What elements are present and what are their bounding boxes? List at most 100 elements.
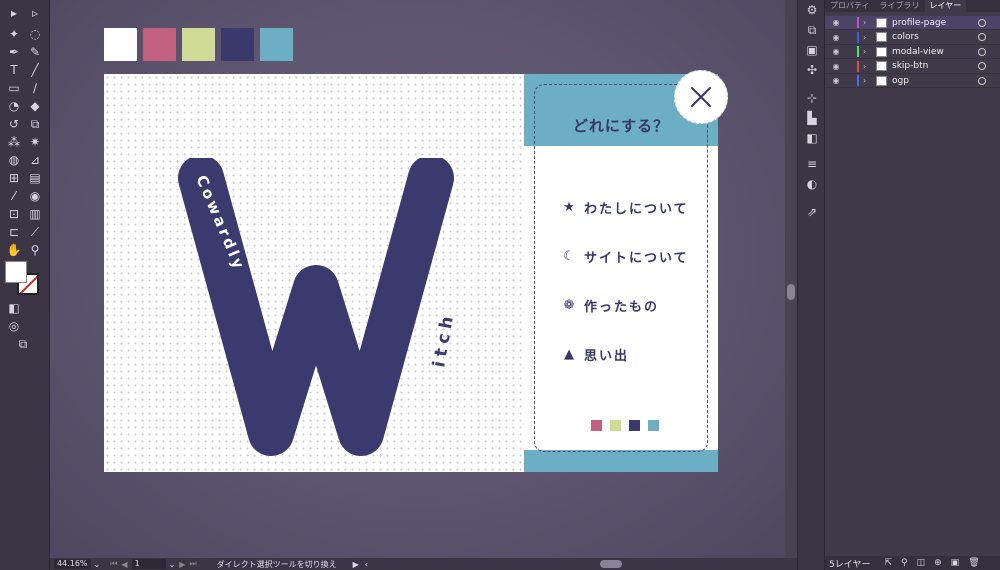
shaper-icon[interactable]: ◔: [5, 98, 23, 114]
zoom-icon[interactable]: ⚲: [26, 242, 44, 258]
expand-chevron-icon[interactable]: ›: [863, 76, 873, 85]
menu-item[interactable]: ★ わたしについて: [562, 198, 689, 217]
rotate-icon[interactable]: ↺: [5, 116, 23, 132]
layer-target-icon[interactable]: [978, 76, 986, 85]
prev-artboard-icon[interactable]: ◀: [121, 560, 127, 569]
color-mode-icon[interactable]: ◧: [5, 300, 23, 316]
expand-chevron-icon[interactable]: ›: [863, 47, 873, 56]
layer-name[interactable]: ogp: [892, 76, 978, 86]
layer-target-icon[interactable]: [978, 62, 986, 70]
color-swatch[interactable]: [104, 28, 137, 61]
color-swatch[interactable]: [143, 28, 176, 61]
scroll-thumb[interactable]: [787, 284, 795, 300]
lasso-icon[interactable]: ◌: [26, 26, 44, 42]
magic-wand-icon[interactable]: ✦: [5, 26, 23, 42]
layer-row[interactable]: ◉ › profile-page: [825, 16, 1000, 30]
rectangle-icon[interactable]: ▭: [5, 80, 23, 96]
paintbrush-icon[interactable]: ∕: [26, 80, 44, 96]
close-button[interactable]: [674, 70, 728, 124]
curvature-icon[interactable]: ✎: [26, 44, 44, 60]
expand-chevron-icon[interactable]: ›: [863, 62, 873, 71]
visibility-eye-icon[interactable]: ◉: [829, 18, 843, 27]
layer-target-icon[interactable]: [978, 33, 986, 41]
visibility-eye-icon[interactable]: ◉: [829, 33, 843, 42]
next-artboard-icon[interactable]: ▶: [179, 560, 185, 569]
fill-swatch[interactable]: [5, 261, 27, 283]
zoom-dropdown-icon[interactable]: ⌄: [94, 560, 101, 569]
properties-icon[interactable]: ⚙: [803, 2, 821, 18]
panel-tab[interactable]: プロパティ: [825, 0, 875, 12]
shape-builder-icon[interactable]: ◍: [5, 152, 23, 168]
layer-row[interactable]: ◉ › modal-view: [825, 45, 1000, 59]
panel-tab[interactable]: レイヤー: [924, 0, 967, 12]
menu-item[interactable]: ☾ サイトについて: [562, 247, 689, 266]
export-icon[interactable]: ⇗: [803, 204, 821, 220]
vertical-scrollbar[interactable]: [785, 0, 797, 558]
visibility-eye-icon[interactable]: ◉: [829, 62, 843, 71]
menu-item[interactable]: ❁ 作ったもの: [562, 296, 659, 315]
layer-name[interactable]: colors: [892, 32, 978, 42]
layer-target-icon[interactable]: [978, 47, 986, 56]
line-icon[interactable]: ╱: [26, 62, 44, 78]
stroke-icon[interactable]: ≡: [803, 156, 821, 172]
artboard[interactable]: Cowardly itch どれにする？ ★ わたしについて ☾ サイトについて ❁ 作っ…: [104, 70, 728, 472]
symbol-sprayer-icon[interactable]: ⊡: [5, 206, 23, 222]
direct-selection-icon[interactable]: ▹: [26, 5, 44, 21]
artboard-number[interactable]: 1: [131, 559, 166, 569]
horizontal-scroll-thumb[interactable]: [600, 560, 622, 568]
color-swatch[interactable]: [221, 28, 254, 61]
pathfinder-icon[interactable]: ◧: [803, 130, 821, 146]
layer-name[interactable]: profile-page: [892, 18, 978, 28]
canvas-area[interactable]: Cowardly itch どれにする？ ★ わたしについて ☾ サイトについて ❁ 作っ…: [50, 0, 785, 558]
transform-icon[interactable]: ⊹: [803, 90, 821, 106]
libraries-icon[interactable]: ▣: [803, 42, 821, 58]
trash-icon[interactable]: 🗑: [968, 558, 979, 568]
expand-chevron-icon[interactable]: ›: [863, 33, 873, 42]
artboard-dropdown-icon[interactable]: ⌄: [169, 560, 176, 569]
blend-icon[interactable]: ◉: [26, 188, 44, 204]
puppet-icon[interactable]: ✣: [803, 62, 821, 78]
clipping-mask-icon[interactable]: ◫: [917, 558, 926, 568]
graph-icon[interactable]: ▥: [26, 206, 44, 222]
color-swatch[interactable]: [260, 28, 293, 61]
layer-row[interactable]: ◉ › skip-btn: [825, 60, 1000, 74]
gradient-icon[interactable]: ▤: [26, 170, 44, 186]
eyedropper-icon[interactable]: ⁄: [5, 188, 23, 204]
panel-tab[interactable]: ライブラリ: [875, 0, 925, 12]
new-sublayer-icon[interactable]: ⊕: [934, 558, 942, 568]
align-icon[interactable]: ▙: [803, 110, 821, 126]
new-layer-icon[interactable]: ▣: [951, 558, 960, 568]
artboards-icon[interactable]: ⧉: [803, 22, 821, 38]
search-icon[interactable]: ⚲: [901, 558, 908, 568]
last-artboard-icon[interactable]: ⏭: [189, 559, 196, 569]
status-menu-icon[interactable]: ▶: [353, 560, 359, 569]
layer-row[interactable]: ◉ › ogp: [825, 74, 1000, 88]
slice-icon[interactable]: ⟋: [26, 224, 44, 240]
scroll-left-icon[interactable]: ‹: [365, 560, 368, 569]
selection-arrow-icon[interactable]: ▸: [5, 5, 23, 21]
menu-item[interactable]: ▲ 思い出: [562, 345, 629, 364]
expand-chevron-icon[interactable]: ›: [863, 18, 873, 27]
visibility-eye-icon[interactable]: ◉: [829, 76, 843, 85]
perspective-grid-icon[interactable]: ⊿: [26, 152, 44, 168]
scale-icon[interactable]: ⧉: [26, 116, 44, 132]
warp-icon[interactable]: ⁂: [5, 134, 23, 150]
transparency-icon[interactable]: ◐: [803, 176, 821, 192]
layer-target-icon[interactable]: [978, 18, 986, 27]
layer-name[interactable]: skip-btn: [892, 61, 978, 71]
puppet-warp-icon[interactable]: ✷: [26, 134, 44, 150]
screen-mode-icon[interactable]: ⧉: [14, 336, 32, 352]
draw-mode-icon[interactable]: ◎: [5, 318, 23, 334]
eraser-icon[interactable]: ◆: [26, 98, 44, 114]
artboard-icon[interactable]: ⊏: [5, 224, 23, 240]
type-icon[interactable]: T: [5, 62, 23, 78]
color-swatch[interactable]: [182, 28, 215, 61]
first-artboard-icon[interactable]: ⏮: [110, 559, 117, 569]
export-layer-icon[interactable]: ⇱: [884, 558, 892, 568]
visibility-eye-icon[interactable]: ◉: [829, 47, 843, 56]
pen-icon[interactable]: ✒: [5, 44, 23, 60]
layer-row[interactable]: ◉ › colors: [825, 31, 1000, 45]
mesh-icon[interactable]: ⊞: [5, 170, 23, 186]
hand-icon[interactable]: ✋: [5, 242, 23, 258]
zoom-level[interactable]: 44.16%: [54, 559, 91, 569]
